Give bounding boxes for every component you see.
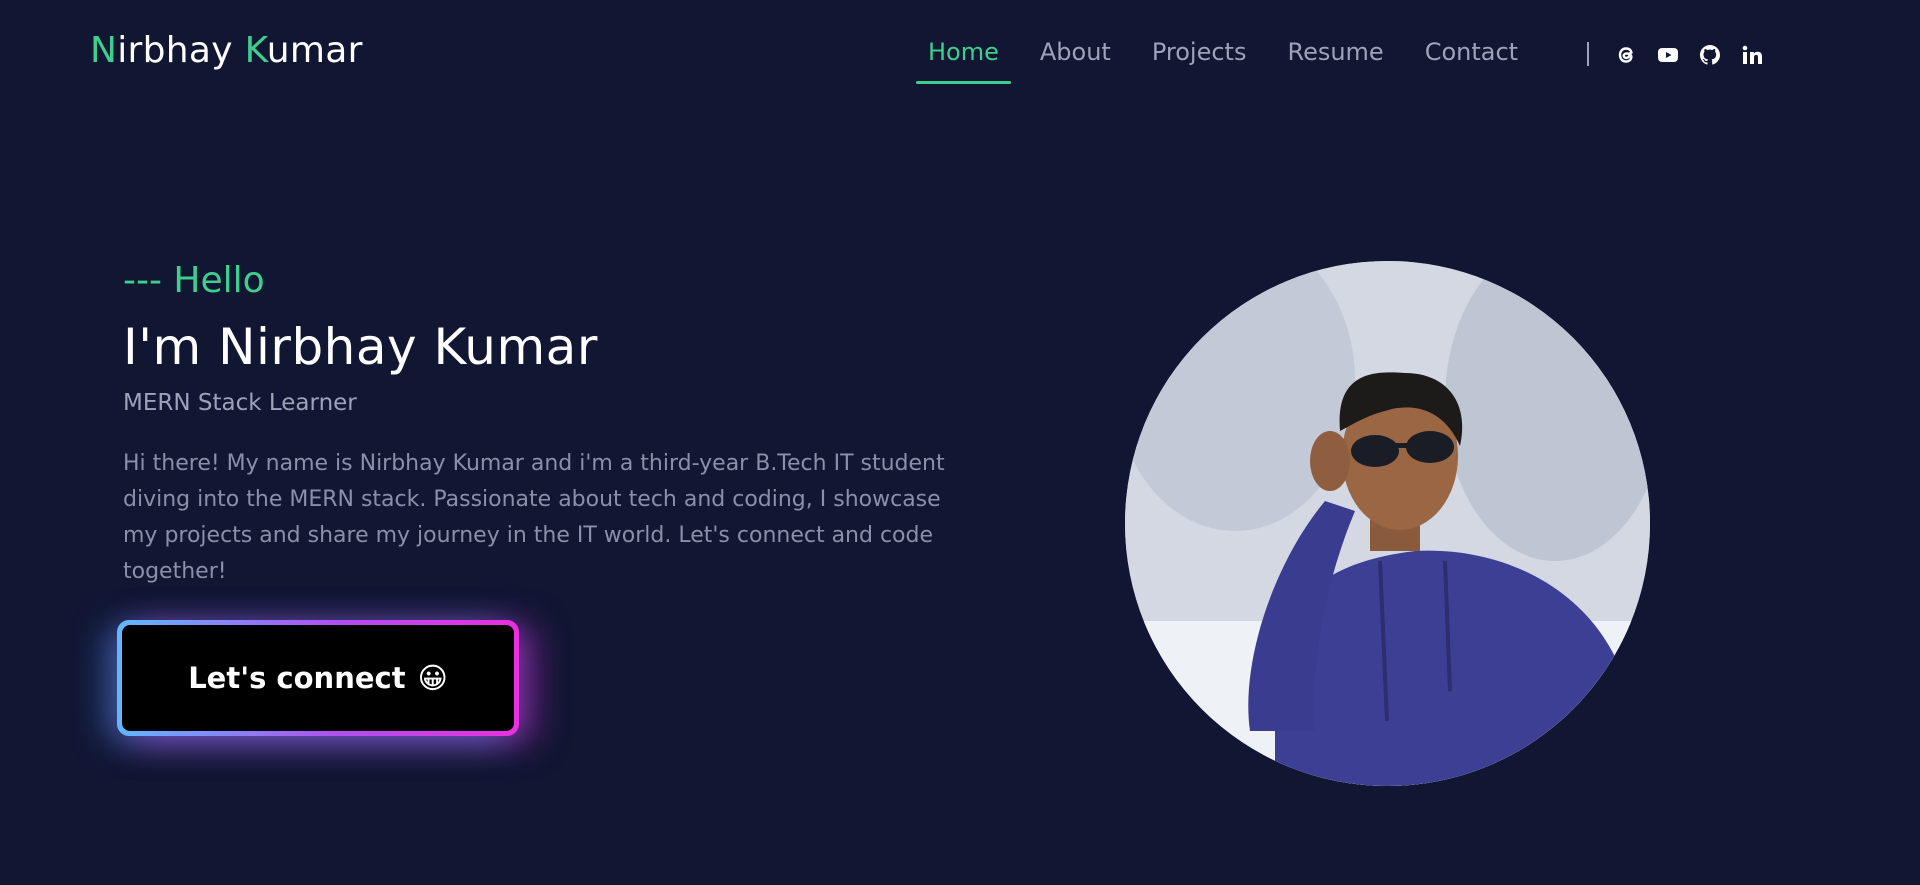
linkedin-icon[interactable] — [1739, 42, 1765, 68]
hero-role: MERN Stack Learner — [123, 390, 357, 416]
nav-about[interactable]: About — [1028, 36, 1123, 84]
nav-home[interactable]: Home — [916, 36, 1011, 84]
github-icon[interactable] — [1697, 42, 1723, 68]
nav-projects[interactable]: Projects — [1140, 36, 1259, 84]
threads-icon[interactable] — [1613, 42, 1639, 68]
lets-connect-button[interactable]: Let's connect 😀 — [117, 620, 519, 736]
youtube-icon[interactable] — [1655, 42, 1681, 68]
grinning-face-icon: 😀 — [417, 661, 448, 695]
logo-last-rest: umar — [266, 30, 363, 71]
nav-divider — [1587, 42, 1589, 66]
hero-name: I'm Nirbhay Kumar — [123, 318, 598, 376]
cta-label: Let's connect — [188, 661, 406, 695]
portfolio-page: Nirbhay Kumar Home About Projects Resume… — [0, 0, 1920, 885]
hero-greeting: --- Hello — [123, 260, 265, 301]
lets-connect-button-inner: Let's connect 😀 — [122, 625, 514, 731]
nav-contact[interactable]: Contact — [1413, 36, 1530, 84]
logo-first-rest: irbhay — [117, 30, 245, 71]
hero-bio: Hi there! My name is Nirbhay Kumar and i… — [123, 451, 945, 584]
logo-initial-last: K — [244, 30, 267, 71]
profile-photo — [1125, 261, 1650, 786]
nav-resume[interactable]: Resume — [1275, 36, 1395, 84]
logo-initial-first: N — [90, 30, 118, 71]
site-logo[interactable]: Nirbhay Kumar — [90, 30, 363, 71]
main-nav: Home About Projects Resume Contact — [916, 36, 1547, 84]
